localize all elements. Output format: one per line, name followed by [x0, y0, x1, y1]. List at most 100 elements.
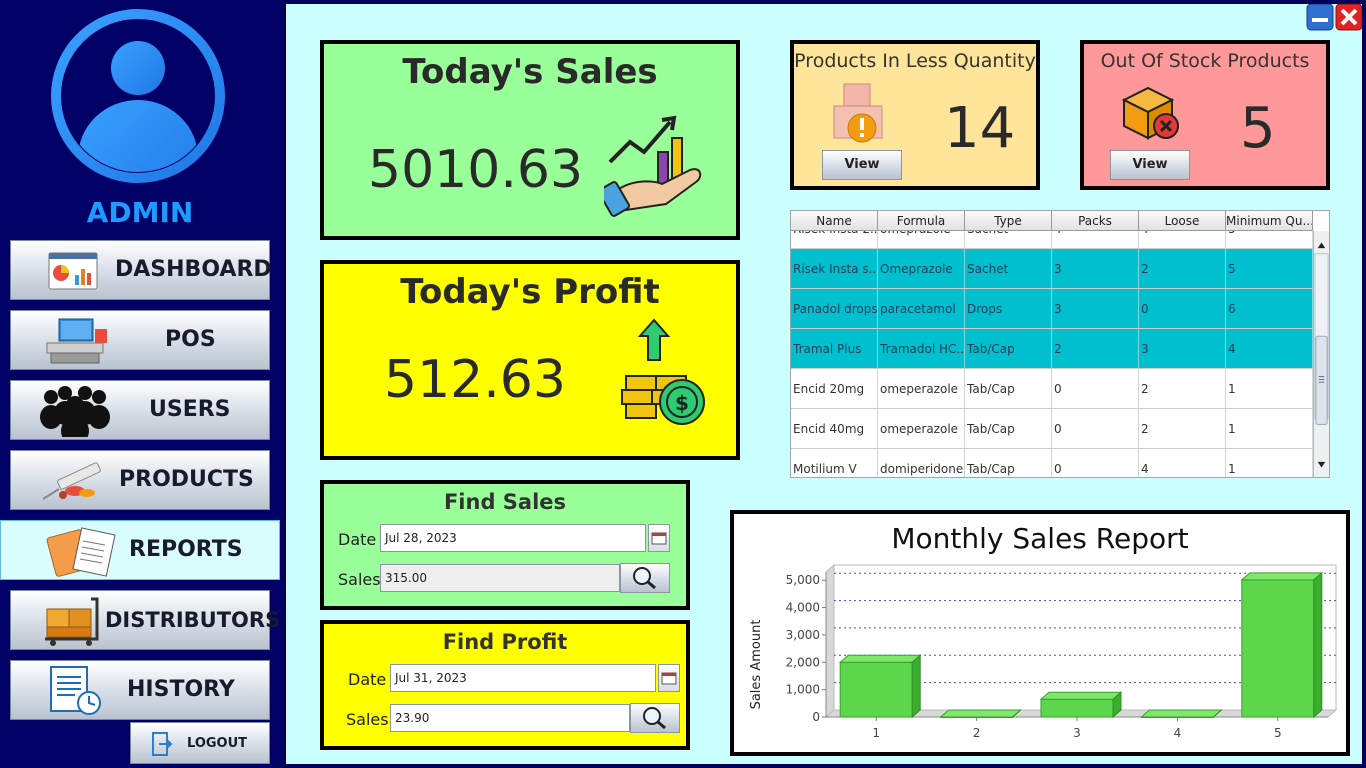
table-vertical-scrollbar[interactable]	[1313, 231, 1329, 478]
table-row[interactable]: Encid 40mg omeperazole Tab/Cap 0 2 1	[791, 409, 1313, 449]
column-header-packs[interactable]: Packs	[1052, 211, 1139, 230]
find-sales-date-label: Date	[338, 530, 377, 549]
nav-pos-button[interactable]: POS	[10, 310, 270, 370]
table-cell: omeprazole	[878, 231, 965, 248]
close-icon[interactable]	[1335, 4, 1362, 31]
bar-side	[911, 654, 921, 719]
table-row[interactable]: Motilium V domiperidone Tab/Cap 0 4 1	[791, 449, 1313, 477]
find-sales-amount-field: 315.00	[380, 564, 620, 592]
out-of-stock-value: 5	[1240, 96, 1276, 161]
nav-dashboard-button[interactable]: DASHBOARD	[10, 240, 272, 300]
table-row[interactable]: Panadol drops paracetamol Drops 3 0 6	[791, 289, 1313, 329]
table-cell: 4	[1139, 231, 1226, 248]
table-cell: Tab/Cap	[965, 369, 1052, 408]
scroll-up-arrow-icon[interactable]	[1317, 242, 1326, 249]
find-sales-search-button[interactable]	[620, 563, 670, 593]
y-tick-label: 0	[812, 710, 820, 724]
svg-text:$: $	[675, 391, 689, 415]
table-cell: omeperazole	[878, 409, 965, 448]
table-cell: 2	[1139, 249, 1226, 288]
less-quantity-value: 14	[944, 96, 1016, 161]
nav-history-button[interactable]: HISTORY	[10, 660, 270, 720]
find-profit-date-field[interactable]: Jul 31, 2023	[390, 664, 656, 692]
y-axis-label: Sales Amount	[749, 620, 764, 710]
scroll-down-arrow-icon[interactable]	[1317, 461, 1326, 468]
x-tick-label: 4	[1174, 726, 1182, 740]
nav-reports-button[interactable]: REPORTS	[0, 520, 280, 580]
logout-label: LOGOUT	[187, 736, 248, 751]
table-cell: 3	[1052, 289, 1139, 328]
nav-products-button[interactable]: PRODUCTS	[10, 450, 270, 510]
bar-top	[838, 654, 922, 663]
out-of-stock-title: Out Of Stock Products	[1100, 50, 1310, 72]
out-of-stock-view-button[interactable]: View	[1110, 150, 1190, 180]
y-tick-label: 4,000	[786, 601, 820, 615]
dashboard-icon	[48, 252, 98, 290]
table-cell: 4	[1226, 329, 1313, 368]
table-row[interactable]: Tramal Plus Tramadol HC... Tab/Cap 2 3 4	[791, 329, 1313, 369]
bar	[1040, 698, 1114, 718]
bar-top	[1039, 691, 1123, 700]
table-header: Name Formula Type Packs Loose Minimum Qu…	[791, 211, 1313, 231]
low-stock-table[interactable]: Name Formula Type Packs Loose Minimum Qu…	[790, 210, 1330, 478]
logout-icon	[152, 732, 173, 756]
bar	[1241, 579, 1315, 718]
sidebar: ADMIN DASHBOARD POS USERS PRODUCTS REPOR…	[0, 0, 282, 768]
logout-button[interactable]: LOGOUT	[130, 722, 270, 764]
user-role-label: ADMIN	[86, 196, 194, 229]
todays-sales-title: Today's Sales	[402, 52, 658, 92]
less-quantity-view-button[interactable]: View	[822, 150, 902, 180]
find-sales-amount-label: Sales	[338, 570, 381, 589]
table-cell: Tab/Cap	[965, 409, 1052, 448]
table-cell: 4	[1139, 449, 1226, 477]
search-icon	[633, 567, 656, 590]
column-header-formula[interactable]: Formula	[878, 211, 965, 230]
bar-side	[1313, 571, 1323, 719]
out-of-stock-card: Out Of Stock Products 5 View	[1080, 40, 1330, 190]
nav-distributors-button[interactable]: DISTRIBUTORS	[10, 590, 280, 650]
table-cell: Tramal Plus	[791, 329, 878, 368]
table-row[interactable]: Encid 20mg omeperazole Tab/Cap 0 2 1	[791, 369, 1313, 409]
todays-sales-card: Today's Sales 5010.63	[320, 40, 740, 240]
profit-coins-icon: $	[621, 318, 705, 425]
find-sales-card: Find Sales Date Jul 28, 2023 Sales 315.0…	[320, 480, 690, 610]
table-cell: 2	[1052, 329, 1139, 368]
table-cell: Omeprazole	[878, 249, 965, 288]
find-profit-calendar-button[interactable]	[658, 664, 680, 692]
todays-profit-card: Today's Profit 512.63 $	[320, 260, 740, 460]
find-sales-date-field[interactable]: Jul 28, 2023	[380, 524, 646, 552]
minimize-icon[interactable]	[1306, 4, 1334, 31]
monthly-sales-chart: 0 1,000 2,000 3,000 4,000 5,000 Sales Amount 1 2…	[749, 563, 1338, 740]
table-cell: 0	[1052, 409, 1139, 448]
bar	[839, 661, 913, 718]
y-tick-label: 5,000	[786, 573, 820, 587]
table-row[interactable]: Risek Insta 2... omeprazole Sachet 4 4 5	[791, 231, 1313, 249]
find-sales-calendar-button[interactable]	[648, 524, 670, 552]
table-cell: 0	[1052, 449, 1139, 477]
column-header-minimum-quantity[interactable]: Minimum Qu...	[1226, 211, 1313, 230]
nav-distributors-label: DISTRIBUTORS	[105, 608, 281, 632]
todays-profit-title: Today's Profit	[400, 272, 660, 312]
medicine-syringe-icon	[42, 462, 101, 500]
x-tick-label: 1	[872, 726, 880, 740]
table-cell: Motilium V	[791, 449, 878, 477]
bar-top	[939, 709, 1022, 718]
find-profit-amount-label: Sales	[346, 710, 389, 729]
column-header-name[interactable]: Name	[791, 211, 878, 230]
table-row[interactable]: Risek Insta s... Omeprazole Sachet 3 2 5	[791, 249, 1313, 289]
scrollbar-thumb[interactable]	[1315, 335, 1328, 425]
user-avatar-icon	[51, 9, 225, 183]
table-cell: 2	[1139, 369, 1226, 408]
nav-users-button[interactable]: USERS	[10, 380, 270, 440]
find-profit-search-button[interactable]	[630, 703, 680, 733]
column-header-type[interactable]: Type	[965, 211, 1052, 230]
reports-panel: Today's Sales 5010.63 Today's Profit 512…	[286, 4, 1362, 764]
x-tick-label: 5	[1274, 726, 1282, 740]
column-header-loose[interactable]: Loose	[1139, 211, 1226, 230]
calendar-icon	[661, 672, 677, 685]
table-cell: 0	[1139, 289, 1226, 328]
search-icon	[643, 707, 666, 730]
table-cell: Tab/Cap	[965, 329, 1052, 368]
monthly-sales-chart-card: Monthly Sales Report 0 1,000 2,000 3,000 4,0…	[730, 510, 1350, 756]
table-cell: Risek Insta 2...	[791, 231, 878, 248]
